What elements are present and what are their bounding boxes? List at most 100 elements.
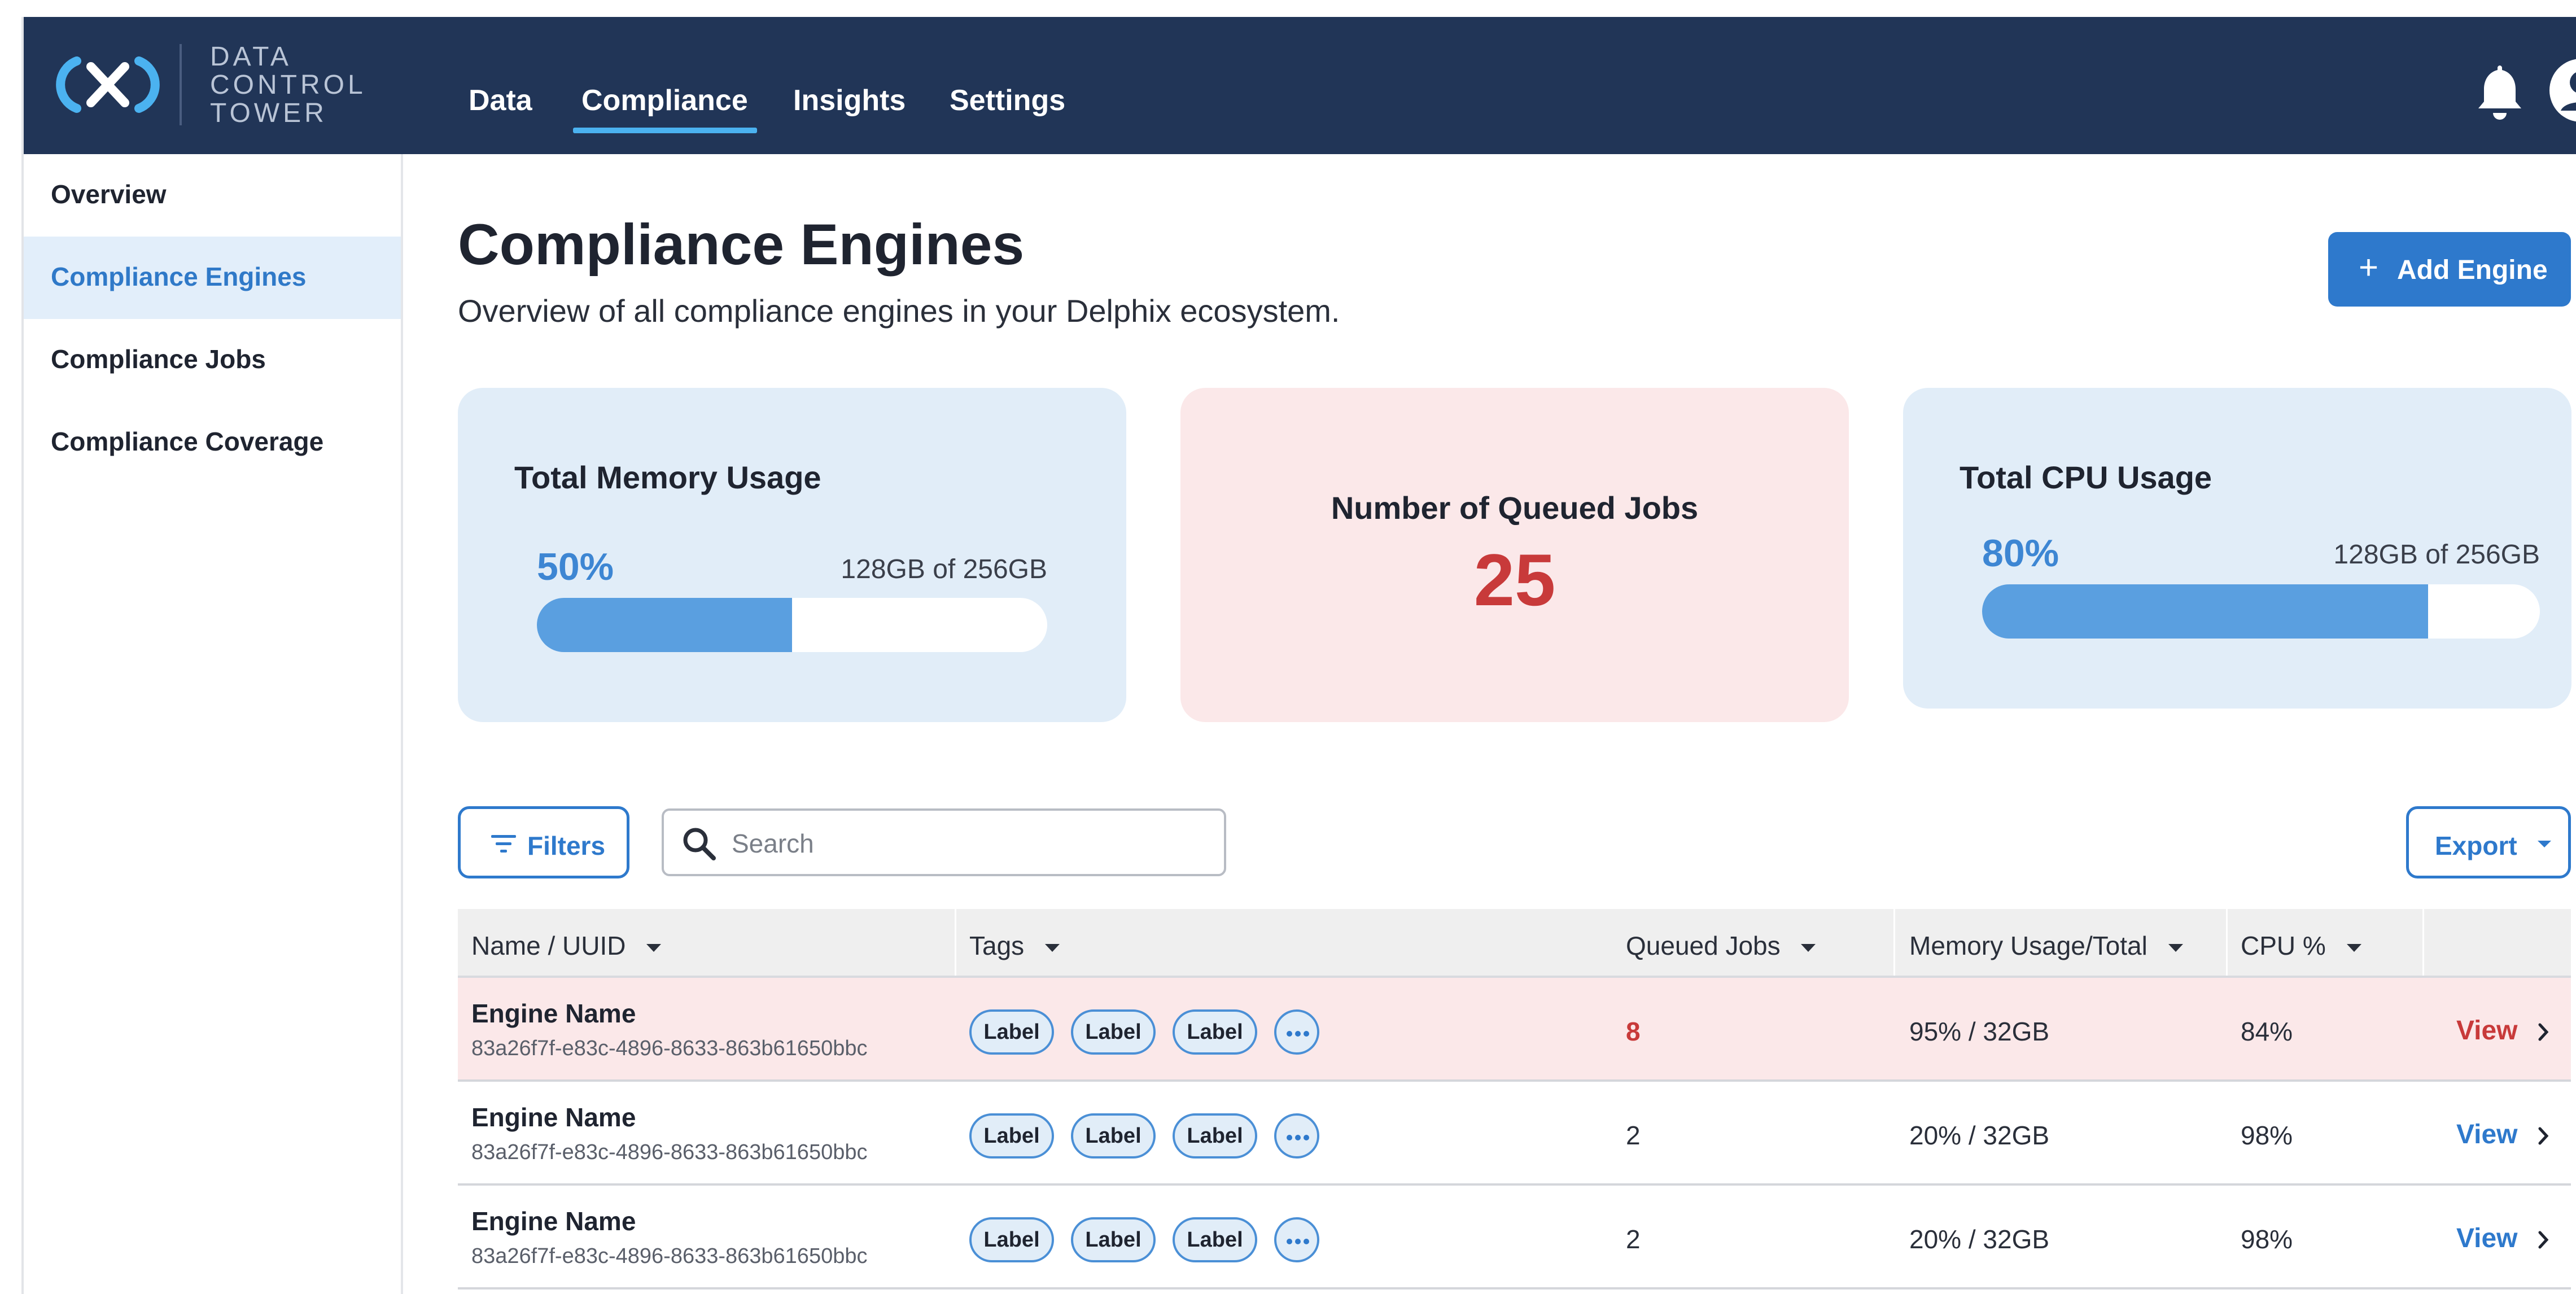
chevron-right-icon [2538, 1023, 2549, 1041]
search-icon [683, 828, 716, 860]
memory-progress-bar [537, 598, 1047, 652]
queued-jobs-value: 2 [1626, 1225, 1641, 1254]
page-subtitle: Overview of all compliance engines in yo… [458, 293, 1340, 329]
column-header-cpu[interactable]: CPU % [2241, 930, 2363, 961]
memory-usage-card: Total Memory Usage 50% 128GB of 256GB [458, 388, 1126, 722]
logo-line-3: TOWER [210, 98, 327, 128]
table-header: Name / UUID Tags Queued Jobs Memory Usag… [458, 909, 2571, 978]
cpu-progress-bar [1982, 584, 2540, 639]
cpu-progress-fill [1982, 584, 2429, 639]
cpu-value: 98% [2241, 1121, 2293, 1150]
search-input[interactable] [731, 822, 1207, 865]
view-label: View [2456, 1223, 2518, 1253]
column-header-name[interactable]: Name / UUID [471, 930, 662, 961]
memory-value: 95% / 32GB [1909, 1017, 2050, 1046]
user-icon[interactable] [2547, 56, 2576, 124]
nav-compliance[interactable]: Compliance [581, 84, 748, 117]
filters-button[interactable]: Filters [458, 806, 629, 878]
table-row[interactable]: Engine Name 83a26f7f-e83c-4896-8633-863b… [458, 1082, 2571, 1186]
tag-chip[interactable]: Label [1173, 1113, 1257, 1159]
nav-insights[interactable]: Insights [793, 84, 906, 117]
chevron-right-icon [2538, 1231, 2549, 1249]
sidebar-item-compliance-engines[interactable]: Compliance Engines [24, 237, 401, 319]
bell-icon[interactable] [2473, 61, 2527, 123]
cpu-usage-card: Total CPU Usage 80% 128GB of 256GB [1903, 388, 2571, 709]
memory-card-title: Total Memory Usage [514, 460, 821, 495]
column-header-label: Queued Jobs [1626, 931, 1781, 960]
page-title: Compliance Engines [458, 212, 1025, 277]
more-icon[interactable] [1274, 1113, 1319, 1159]
engine-name: Engine Name [471, 999, 636, 1028]
table-row[interactable]: Engine Name 83a26f7f-e83c-4896-8633-863b… [458, 978, 2571, 1082]
more-icon[interactable] [1274, 1217, 1319, 1262]
cpu-value: 84% [2241, 1017, 2293, 1046]
cpu-card-title: Total CPU Usage [1960, 460, 2212, 495]
cpu-percent: 80% [1982, 532, 2059, 575]
view-link[interactable]: View [2456, 1015, 2549, 1046]
column-header-label: Name / UUID [471, 931, 626, 960]
add-engine-label: Add Engine [2397, 255, 2548, 285]
memory-value: 20% / 32GB [1909, 1225, 2050, 1254]
column-header-queued-jobs[interactable]: Queued Jobs [1626, 930, 1817, 961]
logo-line-2: CONTROL [210, 70, 366, 100]
view-label: View [2456, 1016, 2518, 1046]
column-header-label: Memory Usage/Total [1909, 931, 2148, 960]
top-nav-bar: DATA CONTROL TOWER Data Compliance Insig… [24, 17, 2576, 154]
column-divider [2226, 909, 2228, 976]
sort-caret-icon [646, 943, 662, 952]
queued-jobs-value: 2 [1626, 1121, 1641, 1150]
sort-caret-icon [2168, 943, 2183, 952]
sort-caret-icon [2346, 943, 2361, 952]
filters-label: Filters [527, 831, 606, 860]
column-header-tags[interactable]: Tags [969, 930, 1061, 961]
nav-data[interactable]: Data [469, 84, 532, 117]
cpu-value: 98% [2241, 1225, 2293, 1254]
engine-uuid: 83a26f7f-e83c-4896-8633-863b61650bbc [471, 1037, 868, 1060]
more-icon[interactable] [1274, 1009, 1319, 1055]
filter-icon [491, 835, 516, 853]
table-row[interactable]: Engine Name 83a26f7f-e83c-4896-8633-863b… [458, 1186, 2571, 1289]
tag-chip[interactable]: Label [969, 1113, 1054, 1159]
tag-chip[interactable]: Label [969, 1217, 1054, 1262]
tag-chip[interactable]: Label [1071, 1217, 1156, 1262]
view-label: View [2456, 1120, 2518, 1149]
queued-jobs-count: 25 [1473, 539, 1556, 621]
tag-chip[interactable]: Label [1071, 1113, 1156, 1159]
queued-jobs-value: 8 [1626, 1017, 1641, 1046]
plus-icon: + [2359, 248, 2379, 286]
nav-active-indicator [573, 128, 757, 133]
view-link[interactable]: View [2456, 1223, 2549, 1254]
sidebar-item-label: Compliance Engines [51, 262, 307, 291]
add-engine-button[interactable]: + Add Engine [2328, 232, 2571, 307]
sidebar-item-compliance-jobs[interactable]: Compliance Jobs [24, 319, 401, 401]
export-button[interactable]: Export [2406, 806, 2571, 878]
caret-down-icon [2538, 841, 2551, 847]
export-label: Export [2435, 831, 2517, 860]
memory-progress-fill [537, 598, 792, 652]
tag-chip[interactable]: Label [1173, 1009, 1257, 1055]
tag-chip[interactable]: Label [969, 1009, 1054, 1055]
column-header-label: Tags [969, 931, 1025, 960]
sidebar-item-compliance-coverage[interactable]: Compliance Coverage [24, 401, 401, 484]
app-window: DATA CONTROL TOWER Data Compliance Insig… [21, 17, 2576, 1294]
cpu-caption: 128GB of 256GB [2333, 540, 2540, 570]
column-divider [2422, 909, 2424, 976]
sidebar-item-overview[interactable]: Overview [24, 154, 401, 237]
column-divider [1893, 909, 1895, 976]
logo-line-1: DATA [210, 42, 292, 72]
view-link[interactable]: View [2456, 1119, 2549, 1150]
sidebar-item-label: Compliance Coverage [51, 427, 324, 456]
sort-caret-icon [1044, 943, 1060, 952]
logo-wordmark: DATA CONTROL TOWER [210, 43, 366, 128]
sidebar-item-label: Compliance Jobs [51, 344, 266, 374]
tag-chip[interactable]: Label [1173, 1217, 1257, 1262]
column-header-memory[interactable]: Memory Usage/Total [1909, 930, 2184, 961]
nav-settings[interactable]: Settings [950, 84, 1065, 117]
column-divider [955, 909, 956, 976]
logo-icon [56, 56, 160, 113]
search-field[interactable] [662, 808, 1226, 876]
memory-percent: 50% [537, 545, 614, 588]
sidebar: Overview Compliance Engines Compliance J… [24, 154, 403, 1294]
tag-chip[interactable]: Label [1071, 1009, 1156, 1055]
chevron-right-icon [2538, 1127, 2549, 1145]
